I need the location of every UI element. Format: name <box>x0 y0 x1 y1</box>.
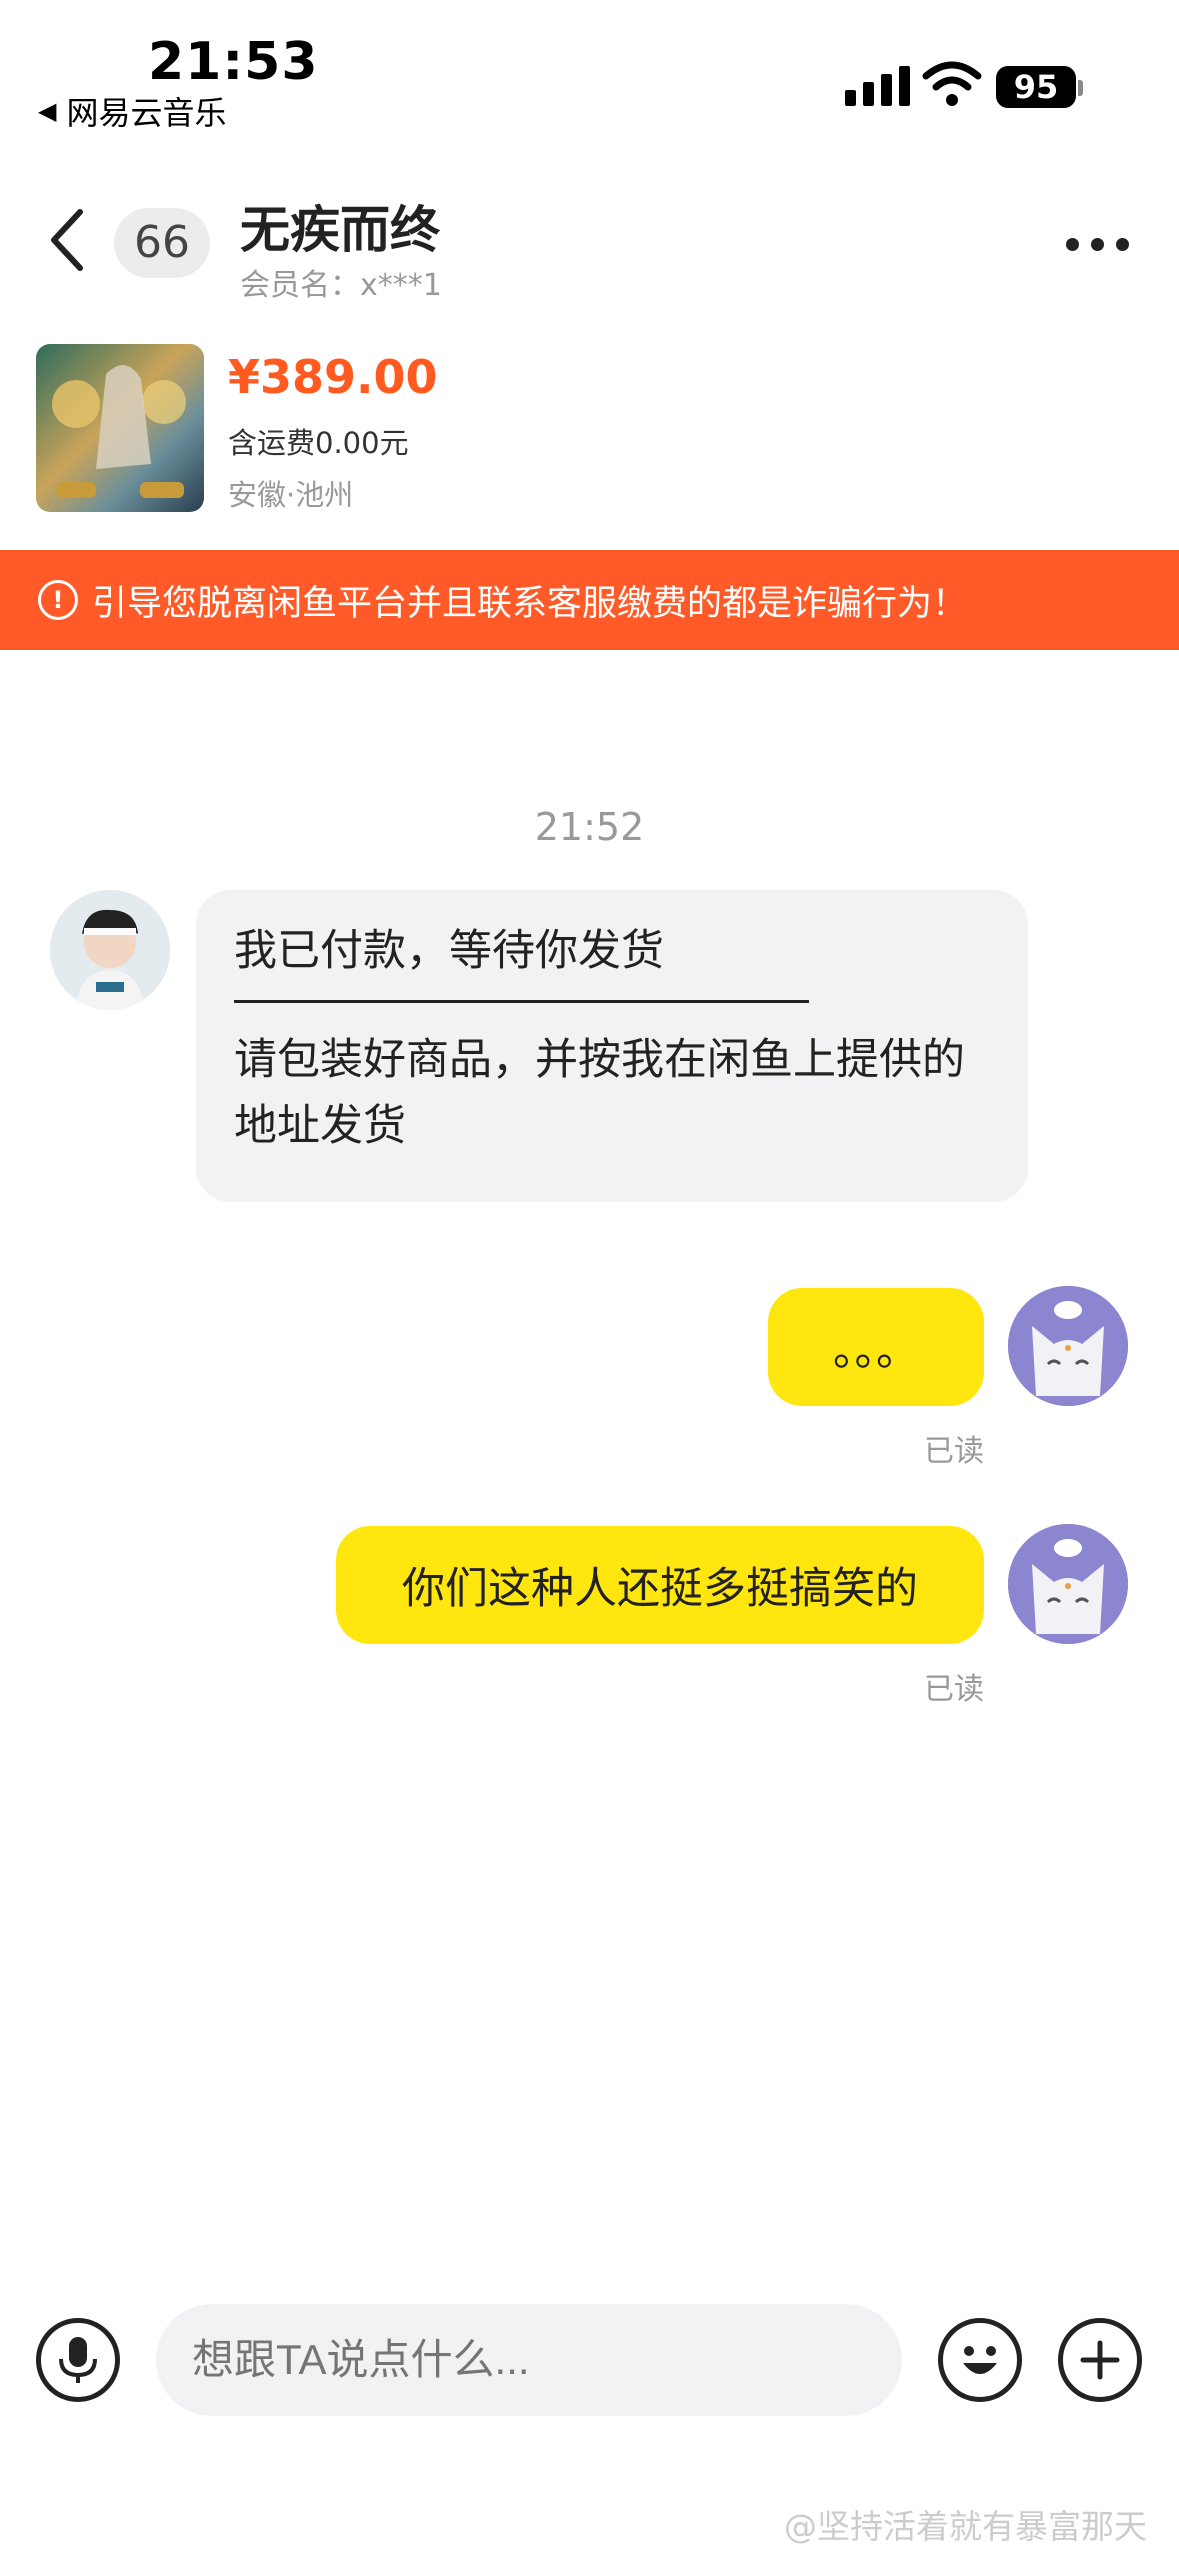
status-time: 21:53 <box>148 32 319 92</box>
unread-count-badge[interactable]: 66 <box>114 208 210 278</box>
chat-title: 无疾而终 <box>240 201 440 259</box>
fox-avatar-icon <box>1008 1524 1128 1644</box>
battery-tip <box>1078 80 1083 96</box>
warning-text: 引导您脱离闲鱼平台并且联系客服缴费的都是诈骗行为！ <box>92 583 968 624</box>
fox-avatar-icon <box>1008 1286 1128 1406</box>
message-timestamp: 21:52 <box>534 805 645 849</box>
microphone-icon <box>59 2337 97 2383</box>
read-receipt: 已读 <box>924 1672 984 1707</box>
outgoing-message-bubble[interactable]: 。。。 <box>768 1288 984 1406</box>
back-chevron-icon[interactable] <box>48 208 88 272</box>
product-thumbnail[interactable] <box>36 344 204 512</box>
buyer-avatar-icon <box>50 890 170 1010</box>
smiley-icon <box>963 2346 997 2374</box>
read-receipt: 已读 <box>924 1434 984 1469</box>
more-actions-button[interactable] <box>1058 2318 1142 2402</box>
more-options-icon[interactable] <box>1066 238 1129 251</box>
weibo-watermark: @坚持活着就有暴富那天 <box>784 2507 1147 2546</box>
cellular-signal-icon <box>845 66 910 106</box>
message-input[interactable] <box>156 2304 902 2416</box>
emoji-button[interactable] <box>938 2318 1022 2402</box>
incoming-message-line2: 请包装好商品，并按我在闲鱼上提供的地址发货 <box>234 1035 965 1151</box>
buyer-avatar[interactable] <box>50 890 170 1010</box>
product-price: ¥389.00 <box>228 350 438 404</box>
member-name: 会员名：x***1 <box>240 268 442 303</box>
product-artwork-icon <box>52 365 186 498</box>
battery-level: 95 <box>996 66 1076 108</box>
voice-input-button[interactable] <box>36 2318 120 2402</box>
fraud-warning-banner: ! 引导您脱离闲鱼平台并且联系客服缴费的都是诈骗行为！ <box>0 550 1179 650</box>
outgoing-message-bubble[interactable]: 你们这种人还挺多挺搞笑的 <box>336 1526 984 1644</box>
back-to-app-link[interactable]: ◀ 网易云音乐 <box>38 88 226 134</box>
plus-icon <box>1080 2340 1120 2380</box>
message-divider <box>234 1000 809 1003</box>
back-triangle-icon: ◀ <box>38 97 57 125</box>
outgoing-message-text: 你们这种人还挺多挺搞笑的 <box>402 1564 918 1614</box>
my-avatar[interactable] <box>1008 1524 1128 1644</box>
warning-icon: ! <box>38 580 78 620</box>
back-app-label: 网易云音乐 <box>66 94 227 132</box>
shipping-fee: 含运费0.00元 <box>228 426 409 460</box>
incoming-message-line1: 我已付款，等待你发货 <box>234 926 664 976</box>
my-avatar[interactable] <box>1008 1286 1128 1406</box>
product-location: 安徽·池州 <box>228 478 354 512</box>
outgoing-message-text: 。。。 <box>833 1326 919 1376</box>
wifi-icon <box>922 61 982 106</box>
incoming-message-bubble[interactable]: 我已付款，等待你发货 请包装好商品，并按我在闲鱼上提供的地址发货 <box>196 890 1028 1202</box>
